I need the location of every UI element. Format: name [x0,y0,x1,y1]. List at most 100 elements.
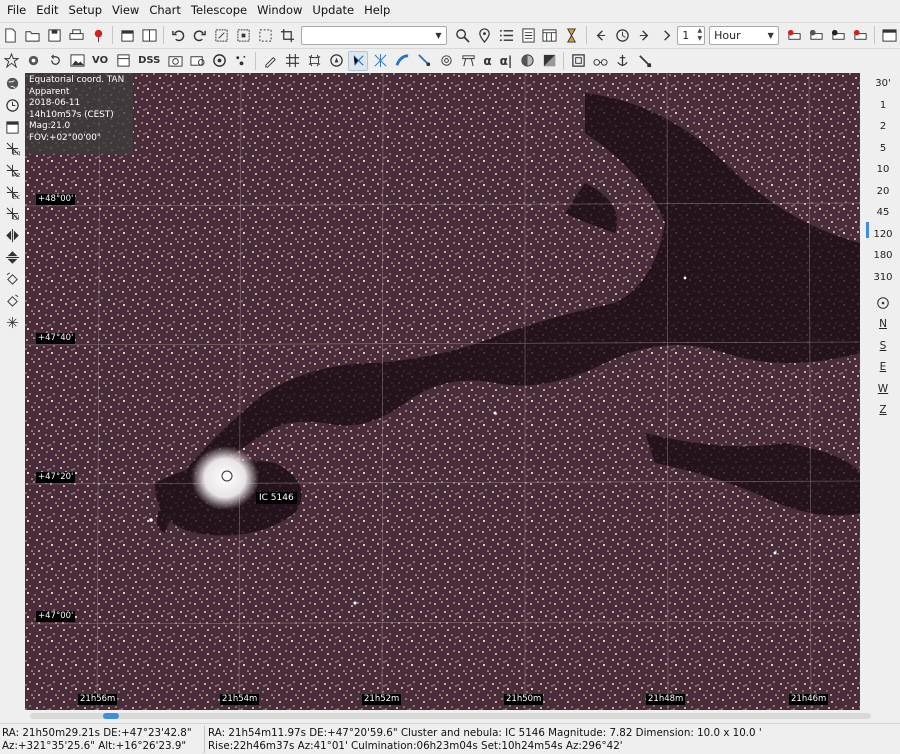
menu-help[interactable]: Help [359,0,395,21]
milky-way-button[interactable] [392,51,412,71]
flip-vertical-button[interactable] [1,247,23,267]
notes-button[interactable] [518,25,538,45]
menu-window[interactable]: Window [252,0,307,21]
azimuthal-grid-button[interactable]: Az [1,161,23,181]
globe-button[interactable] [1,74,23,94]
fov-button[interactable]: 10 [866,159,900,181]
favorite-button[interactable] [1,51,21,71]
vo-button[interactable]: VO [89,51,111,71]
dss-button[interactable]: DSS [135,51,163,71]
zoom-area-button[interactable] [212,25,232,45]
time-step-spinner[interactable]: 1 ▲ ▼ [677,25,706,45]
south-button[interactable]: S [866,335,900,357]
fov-button[interactable]: 310 [866,267,900,289]
zenith-view-button[interactable] [866,292,900,314]
constellation-boundary-button[interactable] [370,51,390,71]
fov-button[interactable]: 2 [866,116,900,138]
undo-button[interactable] [168,25,188,45]
menu-update[interactable]: Update [307,0,359,21]
step-forward-button[interactable] [656,25,676,45]
telescope-button[interactable] [458,51,478,71]
fov-button[interactable]: 120 [866,224,900,246]
sparkle-button[interactable] [1,312,23,332]
print-black-button[interactable] [828,25,848,45]
frame-button[interactable] [568,51,588,71]
object-label[interactable]: IC 5146 [256,492,297,504]
fov-slider-indicator[interactable] [866,222,869,238]
menu-view[interactable]: View [107,0,144,21]
zenith-button[interactable]: Z [866,400,900,422]
catalog-button[interactable] [113,51,133,71]
new-chart-button[interactable] [1,25,21,45]
print-red2-button[interactable] [850,25,870,45]
search-button[interactable] [453,25,473,45]
window-mode-button[interactable] [879,25,899,45]
north-button[interactable]: N [866,314,900,336]
split-view-button[interactable] [139,25,159,45]
horizontal-scrollbar[interactable] [30,713,871,719]
object-list-button[interactable] [496,25,516,45]
planet-button[interactable] [23,51,43,71]
fov-button[interactable]: 45 [866,202,900,224]
sky-chart[interactable]: Equatorial coord. TAN Apparent 2018-06-1… [25,73,860,710]
contrast-button[interactable] [539,51,559,71]
menu-setup[interactable]: Setup [64,0,107,21]
scrollbar-thumb[interactable] [103,713,119,719]
compass-button[interactable] [326,51,346,71]
fov-button[interactable]: 180 [866,245,900,267]
fov-button[interactable]: 20 [866,181,900,203]
stars-button[interactable] [231,51,251,71]
calendar-button[interactable] [117,25,137,45]
alpha-pipe-button[interactable]: α| [497,51,516,71]
image-button[interactable] [67,51,87,71]
time-back-button[interactable] [591,25,611,45]
asteroid-button[interactable] [414,51,434,71]
zoom-out-area-button[interactable] [234,25,254,45]
eyepiece-button[interactable] [634,51,654,71]
menu-telescope[interactable]: Telescope [186,0,252,21]
save-button[interactable] [45,25,65,45]
photo-search-button[interactable] [187,51,207,71]
select-area-button[interactable] [256,25,276,45]
pin-button[interactable] [89,25,109,45]
anchor-button[interactable] [612,51,632,71]
hourglass-button[interactable] [562,25,582,45]
location-button[interactable] [474,25,494,45]
print-button[interactable] [67,25,87,45]
fov-button[interactable]: 30' [866,73,900,95]
menu-edit[interactable]: Edit [31,0,63,21]
search-object-combo[interactable]: ▼ [301,25,447,45]
west-button[interactable]: W [866,378,900,400]
galactic-grid-button[interactable]: Gl [1,204,23,224]
ecliptic-grid-button[interactable]: Ec [1,182,23,202]
menu-file[interactable]: File [2,0,31,21]
print-red-button[interactable] [785,25,805,45]
print-gray-button[interactable] [807,25,827,45]
pen-button[interactable] [260,51,280,71]
calendar-tool-button[interactable] [540,25,560,45]
crop-button[interactable] [278,25,298,45]
flip-horizontal-button[interactable] [1,226,23,246]
fov-button[interactable]: 5 [866,138,900,160]
panel-button[interactable] [1,117,23,137]
photo-button[interactable] [165,51,185,71]
menu-chart[interactable]: Chart [144,0,186,21]
rotate-left-button[interactable] [1,269,23,289]
fov-button[interactable]: 1 [866,95,900,117]
equatorial-grid-button[interactable]: Eq [1,139,23,159]
rotate-right-button[interactable] [1,291,23,311]
clock-button[interactable] [1,96,23,116]
time-now-button[interactable] [613,25,633,45]
alpha-button[interactable]: α [480,51,494,71]
constellation-lines-button[interactable] [348,50,369,71]
time-unit-select[interactable]: Hour ▼ [709,25,779,45]
east-button[interactable]: E [866,357,900,379]
rotate-button[interactable] [45,51,65,71]
deep-sky-button[interactable] [436,51,456,71]
grid-button[interactable] [282,51,302,71]
target-button[interactable] [209,51,229,71]
binoculars-button[interactable] [590,51,610,71]
time-forward-button[interactable] [635,25,655,45]
moon-button[interactable] [517,51,537,71]
ic5146-nebula[interactable] [191,446,259,510]
